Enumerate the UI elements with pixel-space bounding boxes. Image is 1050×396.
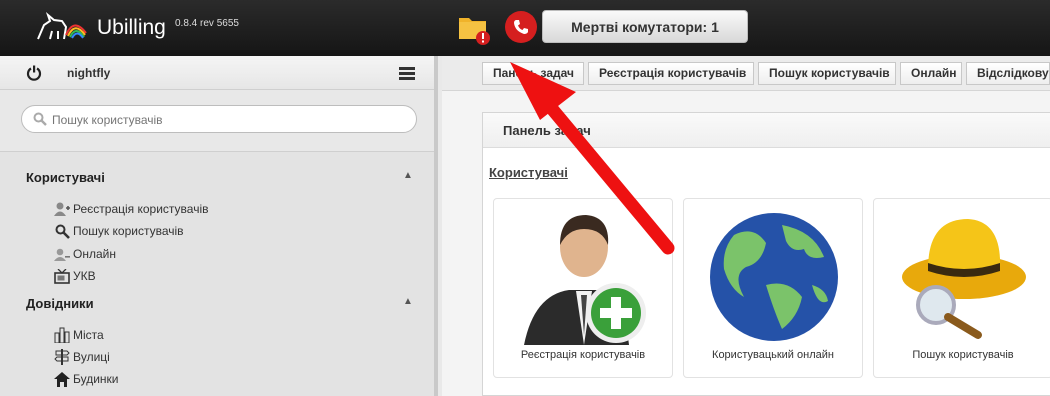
breadcrumb-item[interactable]: Відслідковув [966,62,1050,85]
sidebar-item-user-search[interactable]: Пошук користувачів [53,222,184,240]
power-icon[interactable] [26,65,42,81]
user-bar: nightfly [0,56,434,90]
breadcrumb-item[interactable]: Пошук користувачів [758,62,896,85]
breadcrumb-item[interactable]: Онлайн [900,62,962,85]
card-label: Реєстрація користувачів [520,349,646,361]
sidebar-item-ukv[interactable]: УКВ [53,267,96,285]
sidebar-item-label: Реєстрація користувачів [73,202,209,216]
user-add-icon [524,215,646,345]
users-icon [53,246,71,262]
panel-title: Панель задач [503,123,591,138]
panel-header: Панель задач [483,113,1050,148]
user-add-icon [53,201,71,217]
breadcrumb-item[interactable]: Реєстрація користувачів [588,62,754,85]
sidebar-item-cities[interactable]: Міста [53,326,104,344]
main-content: Панель задач Реєстрація користувачів Пош… [442,56,1050,396]
card-user-search[interactable]: Пошук користувачів [873,198,1050,378]
tv-icon [53,268,71,284]
group-title-users[interactable]: Користувачі [489,165,568,180]
sidebar-item-label: Вулиці [73,350,110,364]
breadcrumb-item[interactable]: Панель задач [482,62,584,85]
sidebar-item-label: Онлайн [73,247,116,261]
collapse-arrow-icon[interactable]: ▲ [403,170,413,181]
search-box[interactable] [21,105,417,133]
username: nightfly [67,66,111,80]
app-version: 0.8.4 rev 5655 [175,18,239,29]
collapse-arrow-icon[interactable]: ▲ [403,296,413,307]
sidebar-item-label: УКВ [73,269,96,283]
dead-switches-button[interactable]: Мертві комутатори: 1 [542,10,748,43]
card-user-register[interactable]: Реєстрація користувачів [493,198,673,378]
app-name: Ubilling [97,16,166,39]
card-label: Пошук користувачів [912,349,1014,361]
section-title-directories[interactable]: Довідники [26,296,94,311]
task-panel: Панель задач Користувачі Реєстрація кори… [482,112,1050,396]
folder-alert-icon[interactable] [458,12,492,46]
sidebar-item-label: Міста [73,328,104,342]
globe-icon [710,213,838,341]
sidebar-item-label: Пошук користувачів [73,224,184,238]
home-icon [53,371,71,387]
unicorn-logo [37,11,87,40]
sidebar-item-user-register[interactable]: Реєстрація користувачів [53,200,209,218]
section-title-users[interactable]: Користувачі [26,170,105,185]
sidebar-item-streets[interactable]: Вулиці [53,348,110,366]
search-area [0,90,434,152]
search-input[interactable] [52,111,402,128]
search-icon [53,223,71,239]
city-icon [53,327,71,343]
search-icon [33,112,47,126]
top-bar: Ubilling 0.8.4 rev 5655 Мертві комутатор… [0,0,1050,56]
sidebar-item-buildings[interactable]: Будинки [53,370,119,388]
card-user-online[interactable]: Користувацький онлайн [683,198,863,378]
phone-alert-icon[interactable] [505,11,537,43]
breadcrumb: Панель задач Реєстрація користувачів Пош… [442,56,1050,91]
detective-hat-icon [902,219,1026,339]
sidebar: nightfly Користувачі ▲ Реєстрація корист… [0,56,438,396]
signpost-icon [53,349,71,365]
sidebar-item-label: Будинки [73,372,119,386]
hamburger-menu-icon[interactable] [399,67,415,80]
sidebar-item-online[interactable]: Онлайн [53,245,116,263]
card-label: Користувацький онлайн [712,349,834,361]
